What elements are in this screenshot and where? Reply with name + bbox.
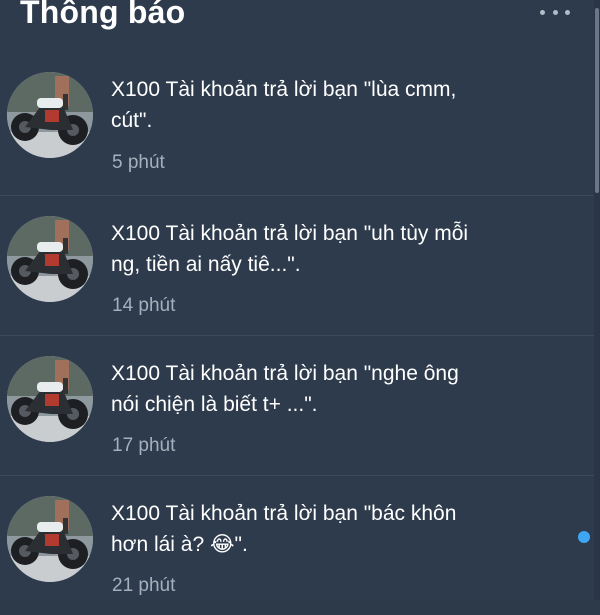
unread-dot-icon (578, 531, 590, 543)
ellipsis-dot (540, 9, 545, 15)
notification-text: X100 Tài khoản trả lời bạn "lùa cmm, cút… (111, 74, 581, 136)
notification-list: X100 Tài khoản trả lời bạn "lùa cmm, cút… (0, 52, 594, 615)
notification-text-line: ng, tiền ai nấy tiê...". (111, 253, 301, 276)
notification-text: X100 Tài khoản trả lời bạn "nghe ông nói… (111, 358, 581, 420)
notification-time: 17 phút (112, 435, 176, 456)
motorcycle-avatar[interactable] (7, 496, 93, 582)
notification-text-line: hơn lái à? 😂". (111, 533, 248, 556)
scrollbar[interactable] (594, 0, 600, 600)
notification-text-line: cút". (111, 109, 153, 132)
notification-time: 14 phút (112, 295, 176, 316)
notification-text-line: nói chiện là biết t+ ...". (111, 393, 318, 416)
notification-time: 5 phút (112, 152, 165, 173)
page-title: Thông báo (20, 0, 186, 30)
notification-item[interactable]: X100 Tài khoản trả lời bạn "lùa cmm, cút… (0, 52, 594, 195)
scrollbar-thumb[interactable] (595, 8, 599, 193)
notification-item[interactable]: X100 Tài khoản trả lời bạn "bác khôn hơn… (0, 475, 594, 615)
notification-text-line: X100 Tài khoản trả lời bạn "nghe ông (111, 362, 459, 385)
notifications-header: Thông báo (0, 0, 600, 46)
notification-item[interactable]: X100 Tài khoản trả lời bạn "uh tùy mỗi n… (0, 195, 594, 335)
motorcycle-avatar[interactable] (7, 72, 93, 158)
motorcycle-avatar[interactable] (7, 216, 93, 302)
motorcycle-avatar[interactable] (7, 356, 93, 442)
notification-text-line: X100 Tài khoản trả lời bạn "lùa cmm, (111, 78, 457, 101)
notification-text-line: X100 Tài khoản trả lời bạn "bác khôn (111, 502, 457, 525)
ellipsis-icon[interactable] (540, 4, 570, 20)
notifications-panel: Thông báo X100 Tài khoản trả lời bạn "lù… (0, 0, 600, 600)
notification-item[interactable]: X100 Tài khoản trả lời bạn "nghe ông nói… (0, 335, 594, 475)
ellipsis-dot (565, 9, 570, 15)
notification-text: X100 Tài khoản trả lời bạn "bác khôn hơn… (111, 498, 581, 560)
notification-text: X100 Tài khoản trả lời bạn "uh tùy mỗi n… (111, 218, 581, 280)
notification-time: 21 phút (112, 575, 176, 596)
notification-text-line: X100 Tài khoản trả lời bạn "uh tùy mỗi (111, 222, 469, 245)
ellipsis-dot (552, 9, 558, 15)
